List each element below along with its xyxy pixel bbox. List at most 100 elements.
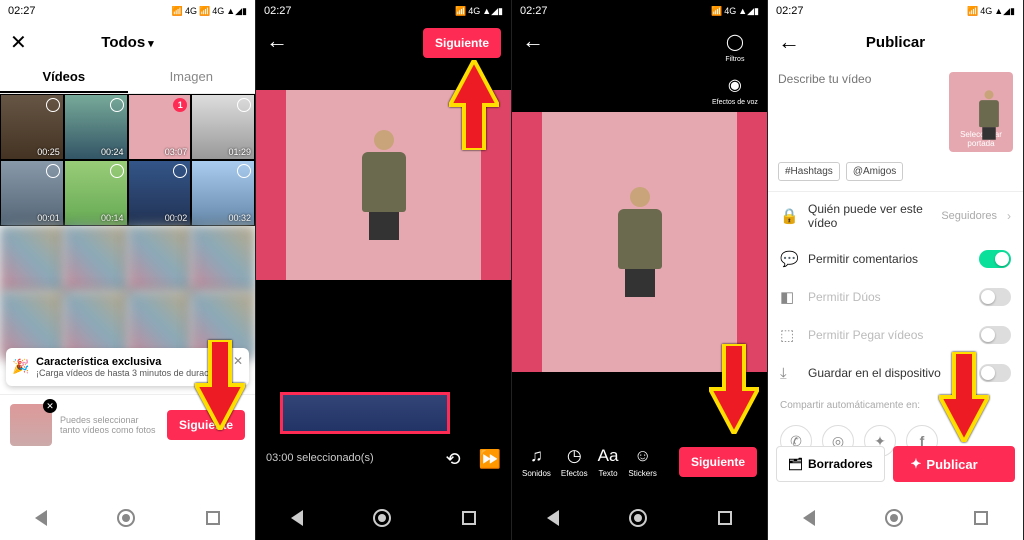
drafts-button[interactable]: 🗂Borradores	[776, 446, 885, 482]
clock-icon: ◷	[567, 446, 582, 466]
selection-row: ✕ Puedes seleccionar tanto vídeos como f…	[0, 394, 255, 454]
header-title: Publicar	[768, 34, 1023, 51]
text-button[interactable]: AaTexto	[598, 446, 619, 478]
screen-edit: 02:27📶4G▲◢▮ ← ◯Filtros ◉Efectos de voz 🎤…	[512, 0, 768, 540]
cover-selector[interactable]: Seleccionar portada	[949, 72, 1013, 152]
text-icon: Aa	[598, 446, 619, 466]
video-preview[interactable]	[512, 112, 767, 372]
close-icon[interactable]: ✕	[233, 354, 243, 368]
android-nav	[0, 496, 255, 540]
next-button[interactable]: Siguiente	[679, 447, 757, 477]
screen-trim: 02:27📶4G▲◢▮ ← Siguiente 03:00 selecciona…	[256, 0, 512, 540]
description-row: Seleccionar portada	[768, 62, 1023, 162]
speed-icon[interactable]: ⏩	[479, 449, 501, 470]
comment-icon: 💬	[780, 250, 798, 268]
duos-row: ◧ Permitir Dúos	[768, 278, 1023, 316]
android-nav	[768, 496, 1023, 540]
duos-toggle	[979, 288, 1011, 306]
screen-gallery: 02:27📶4G📶4G▲◢▮ ✕ Todos▾ Vídeos Imagen 00…	[0, 0, 256, 540]
save-toggle[interactable]	[979, 364, 1011, 382]
back-icon[interactable]: ←	[266, 28, 288, 54]
lock-icon: 🔒	[780, 207, 798, 225]
back-icon[interactable]	[35, 510, 47, 526]
home-icon[interactable]	[629, 509, 647, 527]
grid-cell[interactable]: 103:07	[128, 94, 192, 160]
grid-cell[interactable]: 00:24	[64, 94, 128, 160]
trim-strip[interactable]	[280, 392, 450, 434]
trim-tools: ⟲ ⏩	[445, 449, 501, 470]
grid-cell[interactable]: 00:32	[191, 160, 255, 226]
tabs: Vídeos Imagen	[0, 62, 255, 94]
tab-imagen[interactable]: Imagen	[128, 62, 256, 93]
remove-icon[interactable]: ✕	[43, 399, 57, 413]
back-icon[interactable]: ←	[778, 29, 800, 55]
drafts-icon: 🗂	[788, 457, 803, 471]
recents-icon[interactable]	[718, 511, 732, 525]
next-button[interactable]: Siguiente	[167, 410, 245, 440]
back-icon[interactable]	[803, 510, 815, 526]
stitch-icon: ⬚	[780, 326, 798, 344]
grid-cell-blurred[interactable]	[64, 226, 128, 292]
header-title[interactable]: Todos▾	[0, 34, 255, 51]
grid-cell[interactable]: 00:25	[0, 94, 64, 160]
duet-icon: ◧	[780, 288, 798, 306]
publish-row: 🗂Borradores ✦Publicar	[768, 438, 1023, 490]
recents-icon[interactable]	[974, 511, 988, 525]
grid-cell[interactable]: 01:29	[191, 94, 255, 160]
recents-icon[interactable]	[206, 511, 220, 525]
back-icon[interactable]: ←	[522, 28, 544, 54]
promo-title: Característica exclusiva	[36, 356, 225, 368]
stickers-button[interactable]: ☺Stickers	[628, 446, 656, 478]
grid-cell-blurred[interactable]	[128, 226, 192, 292]
privacy-row[interactable]: 🔒 Quién puede ver este vídeo Seguidores …	[768, 192, 1023, 240]
selected-duration: 03:00 seleccionado(s)	[266, 452, 374, 464]
android-nav	[512, 496, 767, 540]
sounds-button[interactable]: ♫Sonidos	[522, 446, 551, 478]
hashtags-button[interactable]: #Hashtags	[778, 162, 840, 181]
video-preview[interactable]	[256, 90, 511, 280]
home-icon[interactable]	[885, 509, 903, 527]
back-icon[interactable]	[291, 510, 303, 526]
stitch-toggle	[979, 326, 1011, 344]
grid-cell-blurred[interactable]	[0, 226, 64, 292]
chevron-down-icon: ▾	[148, 38, 154, 50]
publish-button[interactable]: ✦Publicar	[893, 446, 1016, 482]
home-icon[interactable]	[117, 509, 135, 527]
publish-icon: ✦	[911, 456, 922, 472]
friends-button[interactable]: @Amigos	[846, 162, 904, 181]
recents-icon[interactable]	[462, 511, 476, 525]
save-row[interactable]: ⤓ Guardar en el dispositivo	[768, 354, 1023, 392]
status-bar: 02:27📶4G▲◢▮	[256, 0, 511, 22]
voice-effects-icon: ◉	[723, 73, 747, 97]
screen-publish: 02:27📶4G▲◢▮ ← Publicar Seleccionar porta…	[768, 0, 1024, 540]
grid-cell[interactable]: 00:01	[0, 160, 64, 226]
back-icon[interactable]	[547, 510, 559, 526]
comments-row[interactable]: 💬 Permitir comentarios	[768, 240, 1023, 278]
android-nav	[256, 496, 511, 540]
stitch-row: ⬚ Permitir Pegar vídeos	[768, 316, 1023, 354]
selected-thumb[interactable]: ✕	[10, 404, 52, 446]
hint-text: Puedes seleccionar tanto vídeos como fot…	[60, 415, 159, 435]
promo-banner: 🎉 Característica exclusiva ¡Carga vídeos…	[6, 348, 249, 386]
tab-videos[interactable]: Vídeos	[0, 62, 128, 93]
promo-subtitle: ¡Carga vídeos de hasta 3 minutos de dura…	[36, 368, 225, 378]
grid-cell[interactable]: 00:02	[128, 160, 192, 226]
status-bar: 02:27📶4G📶4G▲◢▮	[0, 0, 255, 22]
effects-button[interactable]: ◷Efectos	[561, 446, 588, 478]
download-icon: ⤓	[780, 365, 798, 382]
home-icon[interactable]	[373, 509, 391, 527]
chevron-right-icon: ›	[1007, 209, 1011, 223]
bottom-toolbar: ♫Sonidos ◷Efectos AaTexto ☺Stickers Sigu…	[512, 434, 767, 490]
grid-cell-blurred[interactable]	[191, 226, 255, 292]
voice-effects-button[interactable]: ◉Efectos de voz	[712, 73, 758, 106]
rotate-icon[interactable]: ⟲	[445, 449, 460, 470]
filters-icon: ◯	[723, 30, 747, 54]
grid-cell[interactable]: 00:14	[64, 160, 128, 226]
comments-toggle[interactable]	[979, 250, 1011, 268]
filters-button[interactable]: ◯Filtros	[723, 30, 747, 63]
status-bar: 02:27📶4G▲◢▮	[768, 0, 1023, 22]
description-input[interactable]	[778, 72, 941, 136]
header: ✕ Todos▾	[0, 22, 255, 62]
close-icon[interactable]: ✕	[10, 30, 27, 55]
next-button[interactable]: Siguiente	[423, 28, 501, 58]
